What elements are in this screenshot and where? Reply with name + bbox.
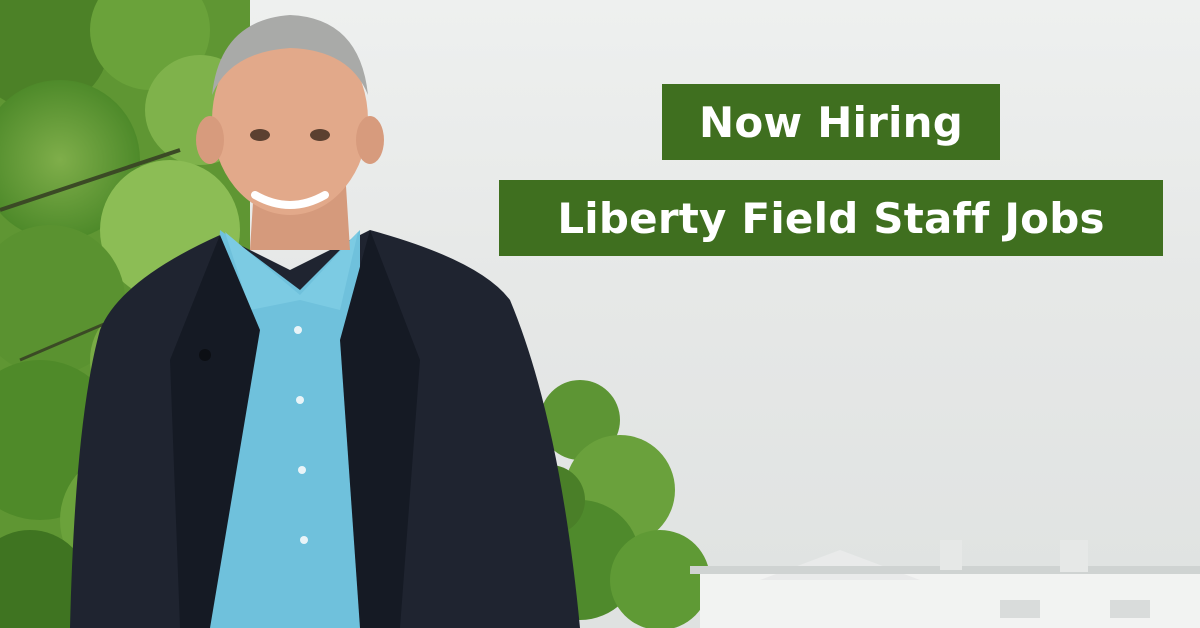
field-staff-jobs-banner: Liberty Field Staff Jobs [499,180,1163,256]
white-house-building [690,540,1200,628]
now-hiring-banner: Now Hiring [662,84,1000,160]
man-in-blazer [70,15,580,628]
hiring-ad-photo: Now Hiring Liberty Field Staff Jobs [0,0,1200,628]
